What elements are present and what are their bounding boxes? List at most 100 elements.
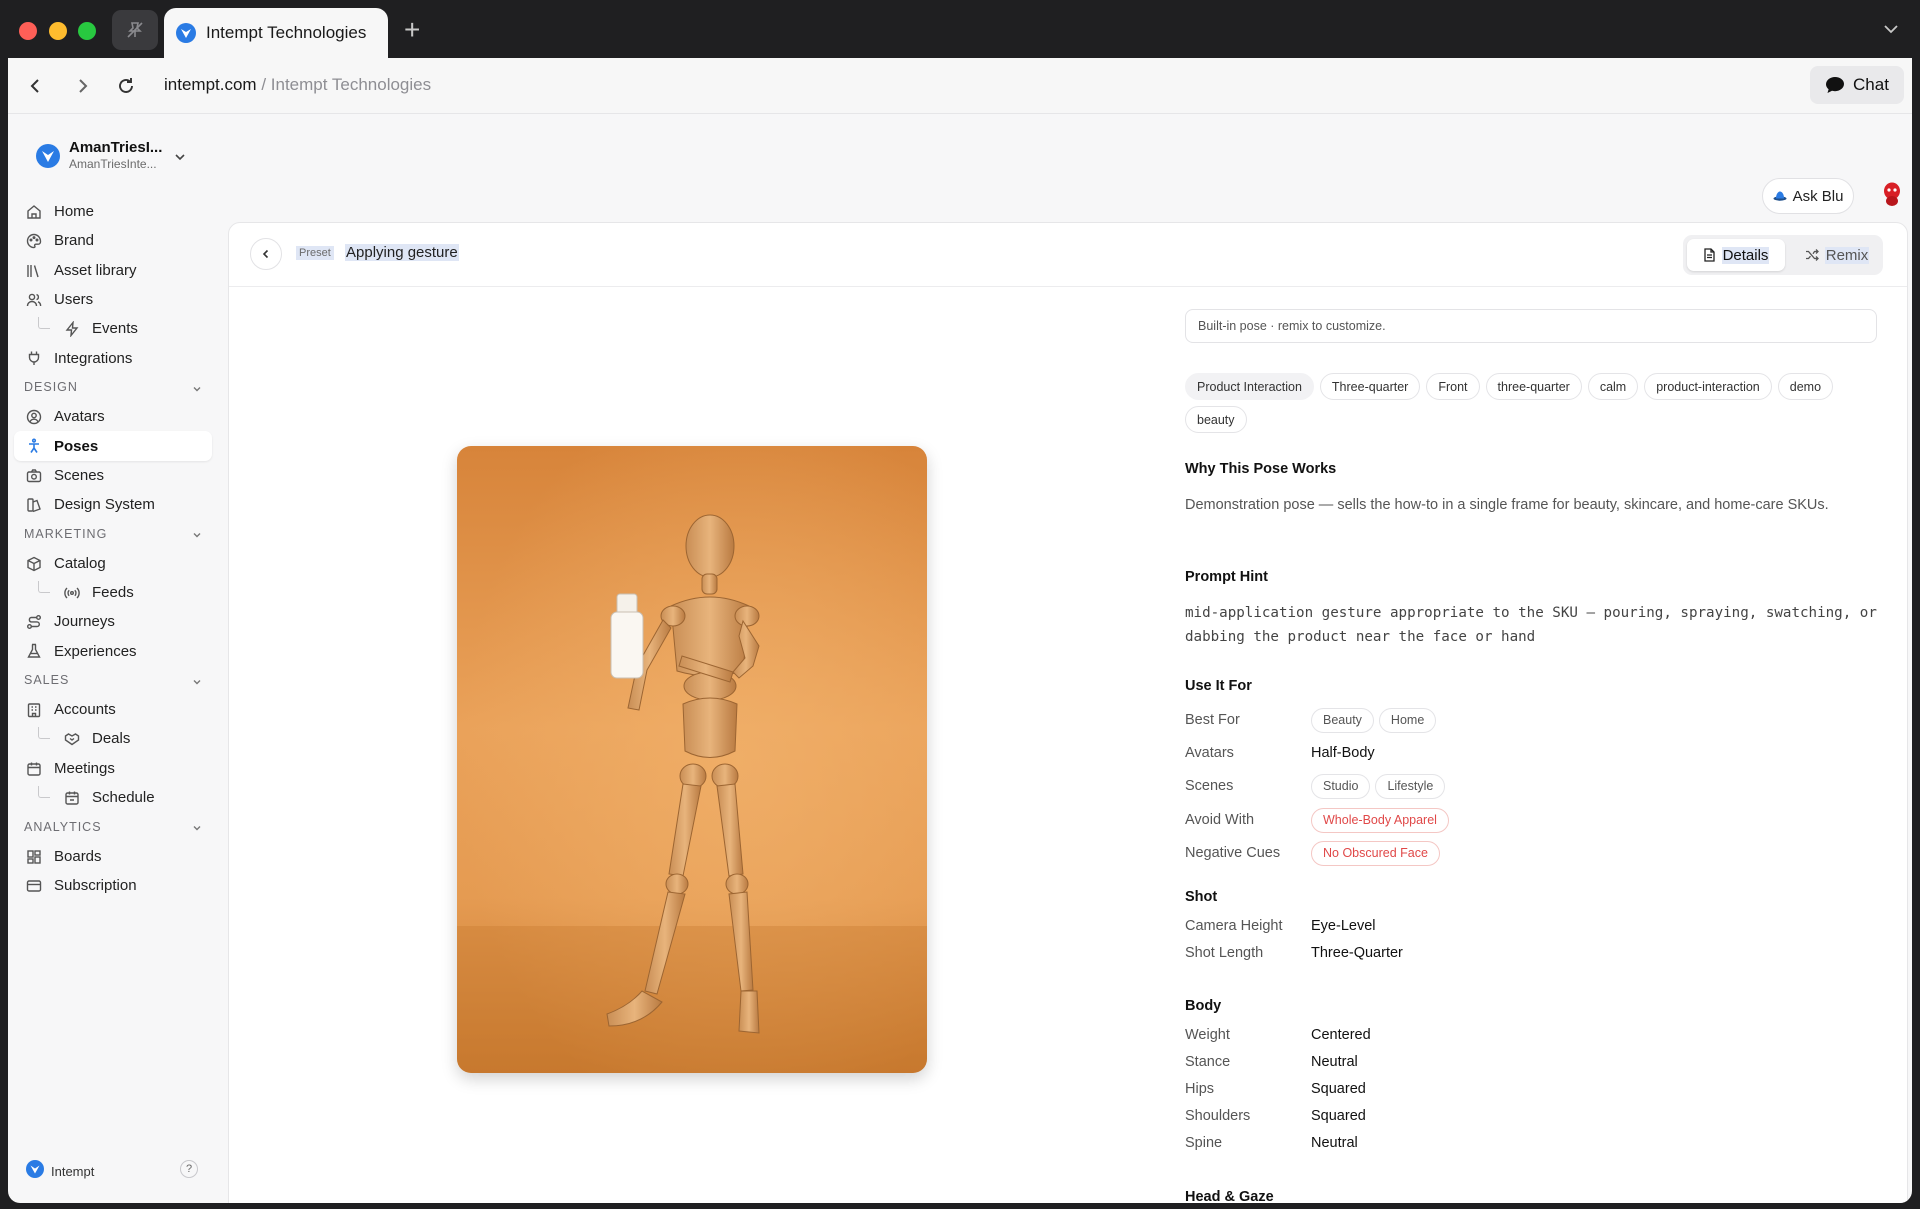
sidebar-item-accounts[interactable]: Accounts	[14, 695, 212, 724]
org-switcher[interactable]: AmanTriesI... AmanTriesInte...	[69, 139, 169, 171]
browser-window: intempt.com / Intempt Technologies Chat …	[8, 58, 1912, 1203]
sidebar-item-schedule[interactable]: Schedule	[14, 783, 212, 812]
browser-tab[interactable]: Intempt Technologies	[164, 8, 388, 58]
ask-blu-button[interactable]: Ask Blu	[1762, 178, 1854, 214]
spine-label: Spine	[1185, 1135, 1223, 1151]
tag-chip[interactable]: three-quarter	[1485, 373, 1582, 400]
sidebar-item-subscription[interactable]: Subscription	[14, 871, 212, 900]
sidebar-item-integrations[interactable]: Integrations	[14, 343, 212, 372]
browser-toolbar: intempt.com / Intempt Technologies Chat	[8, 58, 1912, 114]
tag-chip[interactable]: Front	[1426, 373, 1480, 400]
sidebar-item-label: Design System	[54, 496, 155, 514]
stance-value: Neutral	[1311, 1054, 1358, 1070]
back-button[interactable]	[250, 238, 282, 270]
sidebar-item-brand[interactable]: Brand	[14, 226, 212, 255]
negative-cues-row: Negative Cues No Obscured Face	[1185, 840, 1440, 866]
sidebar-item-label: Scenes	[54, 466, 105, 484]
design-system-icon	[26, 497, 42, 513]
close-window-button[interactable]	[19, 22, 37, 40]
user-avatar[interactable]	[1882, 182, 1902, 211]
shoulders-value: Squared	[1311, 1108, 1366, 1124]
sidebar-item-label: Integrations	[54, 349, 133, 367]
users-icon	[26, 292, 42, 308]
tag-chip[interactable]: Three-quarter	[1319, 373, 1421, 400]
sidebar-item-home[interactable]: Home	[14, 197, 212, 226]
section-sales[interactable]: SALES	[14, 666, 212, 695]
chat-button[interactable]: Chat	[1810, 66, 1904, 104]
section-label: DESIGN	[24, 380, 78, 395]
new-tab-button[interactable]: +	[404, 16, 420, 44]
sidebar-item-deals[interactable]: Deals	[14, 724, 212, 753]
back-nav-button[interactable]	[24, 74, 48, 98]
help-button[interactable]: ?	[180, 1160, 198, 1178]
pin-tab-button[interactable]	[112, 10, 158, 50]
tab-list-chevron-icon[interactable]	[1882, 20, 1900, 43]
sidebar-item-catalog[interactable]: Catalog	[14, 549, 212, 578]
sidebar-item-feeds[interactable]: Feeds	[14, 578, 212, 607]
tab-remix[interactable]: Remix	[1795, 239, 1879, 271]
tab-details[interactable]: Details	[1687, 239, 1785, 271]
scene-chip: Lifestyle	[1375, 773, 1446, 799]
sidebar-item-label: Catalog	[54, 554, 106, 572]
details-label: Details	[1721, 246, 1770, 264]
avatars-value: Half-Body	[1311, 745, 1375, 761]
tag-chip[interactable]: product-interaction	[1644, 373, 1772, 400]
intempt-logo-icon	[176, 23, 196, 43]
org-chevron-down-icon[interactable]	[174, 150, 186, 168]
sidebar-item-journeys[interactable]: Journeys	[14, 607, 212, 636]
section-design[interactable]: DESIGN	[14, 373, 212, 402]
tab-title: Intempt Technologies	[206, 23, 367, 42]
credit-card-icon	[26, 878, 42, 894]
scenes-row: Scenes Studio Lifestyle	[1185, 773, 1446, 799]
sidebar-item-avatars[interactable]: Avatars	[14, 402, 212, 431]
section-analytics[interactable]: ANALYTICS	[14, 812, 212, 841]
body-heading: Body	[1185, 998, 1222, 1014]
use-it-for-heading: Use It For	[1185, 678, 1252, 694]
arrow-left-icon	[30, 79, 39, 93]
camera-height-label: Camera Height	[1185, 918, 1283, 934]
building-icon	[26, 702, 42, 718]
sidebar-item-design-system[interactable]: Design System	[14, 490, 212, 519]
reload-button[interactable]	[114, 74, 138, 98]
section-marketing[interactable]: MARKETING	[14, 519, 212, 548]
tag-chip[interactable]: beauty	[1185, 406, 1247, 433]
sidebar-item-experiences[interactable]: Experiences	[14, 636, 212, 665]
sidebar-item-events[interactable]: Events	[14, 314, 212, 343]
prompt-hint-heading: Prompt Hint	[1185, 569, 1268, 585]
chevron-down-icon	[192, 822, 202, 836]
hips-row: Hips Squared	[1185, 1076, 1366, 1102]
pin-icon	[127, 22, 143, 38]
chevron-left-icon	[262, 249, 269, 259]
shot-heading: Shot	[1185, 889, 1218, 905]
sidebar-item-meetings[interactable]: Meetings	[14, 754, 212, 783]
why-text: Demonstration pose — sells the how-to in…	[1185, 497, 1829, 513]
forward-nav-button[interactable]	[70, 74, 94, 98]
tree-connector	[38, 580, 50, 593]
preset-badge: Preset	[296, 246, 334, 260]
org-logo-icon	[36, 144, 60, 173]
package-icon	[26, 556, 42, 572]
address-bar[interactable]: intempt.com / Intempt Technologies	[164, 75, 431, 95]
browser-titlebar: Intempt Technologies +	[0, 0, 1920, 58]
minimize-window-button[interactable]	[49, 22, 67, 40]
maximize-window-button[interactable]	[78, 22, 96, 40]
negative-cue-chip: No Obscured Face	[1311, 840, 1440, 866]
tag-chip[interactable]: demo	[1777, 373, 1834, 400]
shot-length-label: Shot Length	[1185, 945, 1264, 961]
sidebar-item-scenes[interactable]: Scenes	[14, 461, 212, 490]
sidebar-item-users[interactable]: Users	[14, 285, 212, 314]
sidebar-item-label: Avatars	[54, 408, 105, 426]
sidebar-item-boards[interactable]: Boards	[14, 842, 212, 871]
plug-icon	[26, 350, 42, 366]
tag-chip[interactable]: calm	[1587, 373, 1639, 400]
shoulders-label: Shoulders	[1185, 1108, 1251, 1124]
shot-length-value: Three-Quarter	[1311, 945, 1403, 961]
tag-chip[interactable]: Product Interaction	[1185, 373, 1314, 400]
tree-connector	[38, 727, 50, 740]
sidebar-item-poses[interactable]: Poses	[14, 431, 212, 461]
spine-row: Spine Neutral	[1185, 1130, 1358, 1156]
sidebar-item-asset-library[interactable]: Asset library	[14, 256, 212, 285]
weight-row: Weight Centered	[1185, 1022, 1371, 1048]
head-gaze-heading: Head & Gaze	[1185, 1189, 1274, 1203]
page-title: Applying gesture	[345, 244, 459, 261]
